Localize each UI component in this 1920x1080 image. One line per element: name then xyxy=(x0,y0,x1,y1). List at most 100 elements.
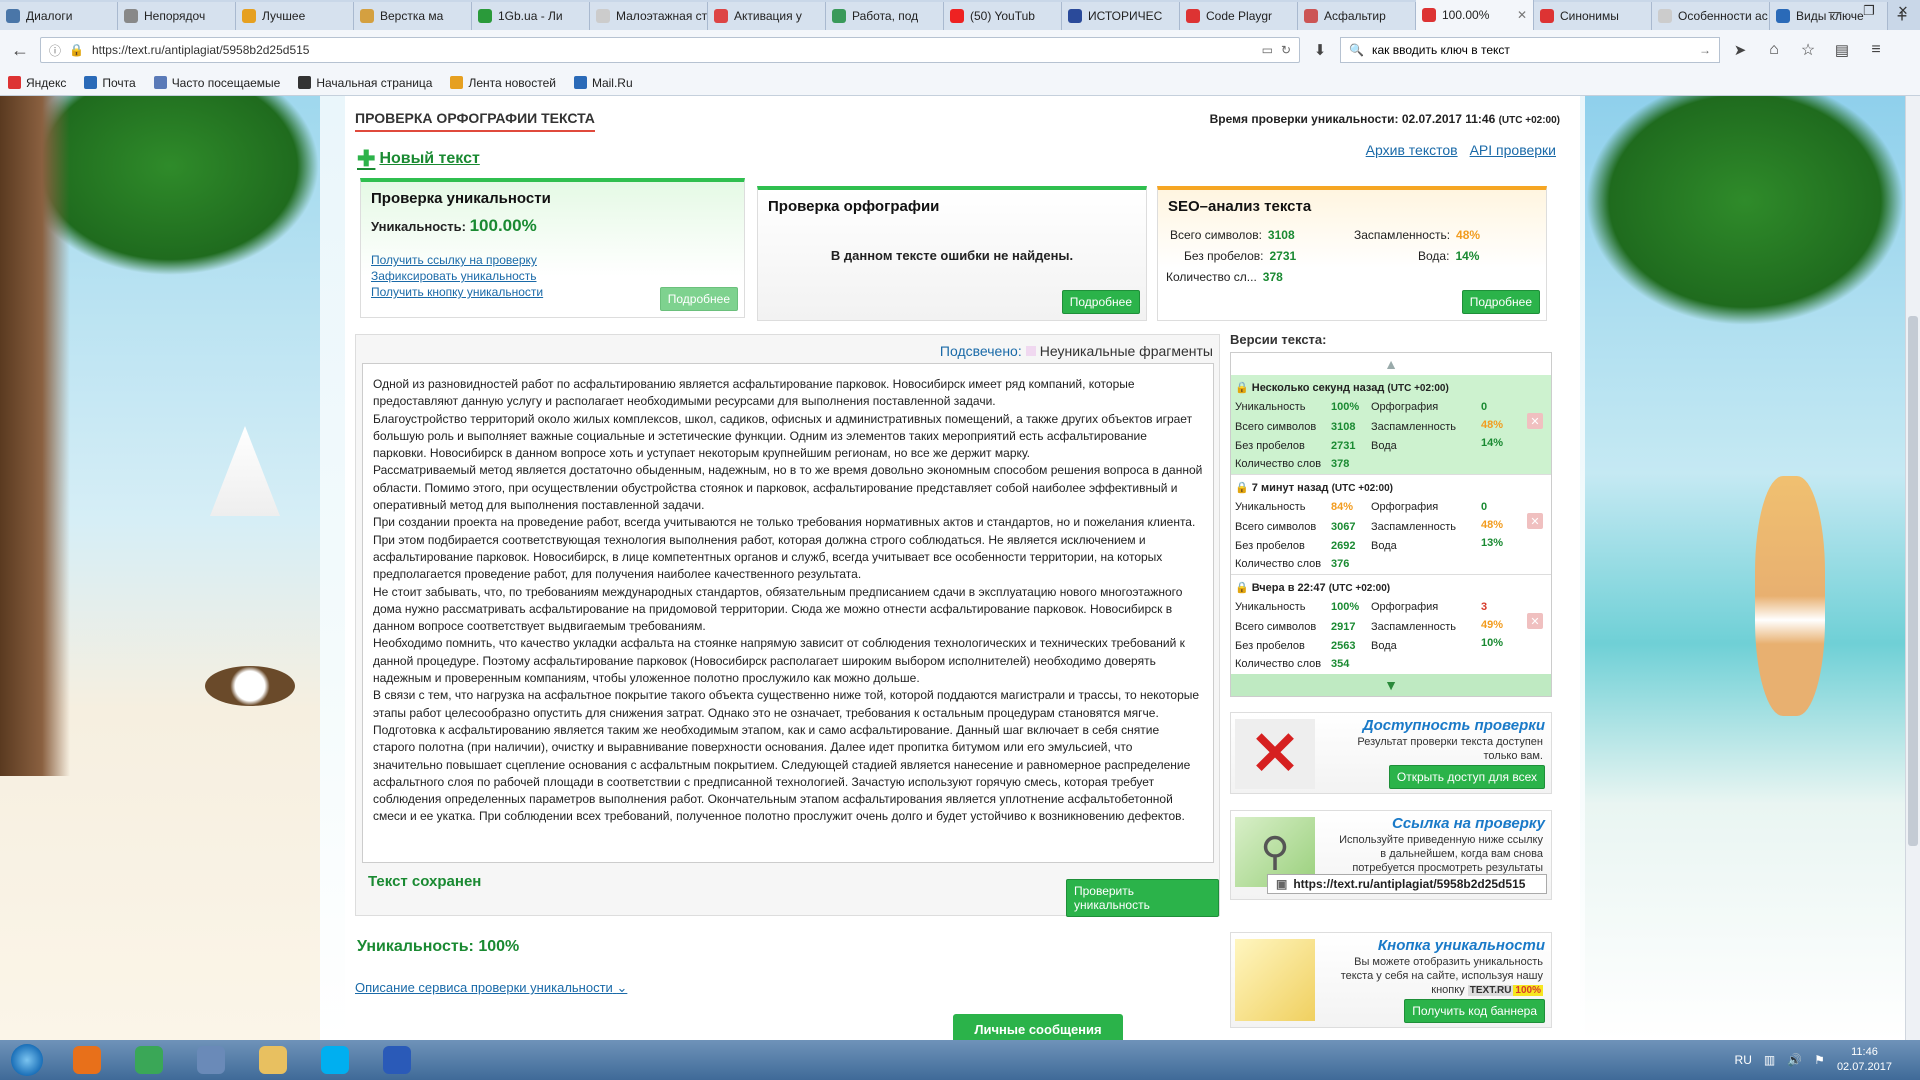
language-indicator[interactable]: RU xyxy=(1735,1053,1752,1067)
download-icon[interactable]: ⬇ xyxy=(1306,36,1334,64)
taskbar-app-skype[interactable] xyxy=(306,1041,364,1079)
taskbar-app-word[interactable] xyxy=(368,1041,426,1079)
tab-14[interactable]: Особенности ас xyxy=(1652,2,1770,30)
volume-icon[interactable]: 🔊 xyxy=(1787,1053,1802,1067)
tab-5[interactable]: Малоэтажная ст xyxy=(590,2,708,30)
tab-11[interactable]: Асфальтир xyxy=(1298,2,1416,30)
network-icon[interactable]: ▥ xyxy=(1764,1053,1775,1067)
coconut-image xyxy=(205,666,295,706)
service-description-link[interactable]: Описание сервиса проверки уникальности ⌄ xyxy=(355,980,627,996)
bookmark-icon xyxy=(153,76,167,89)
close-tab-icon[interactable]: ✕ xyxy=(1513,8,1527,22)
personal-messages-button[interactable]: Личные сообщения xyxy=(953,1014,1123,1040)
check-link-field[interactable]: ▣ https://text.ru/antiplagiat/5958b2d25d5… xyxy=(1267,874,1547,894)
flag-icon[interactable]: ⚑ xyxy=(1814,1053,1825,1067)
minimize-icon[interactable]: — xyxy=(1818,0,1852,22)
highlight-label[interactable]: Подсвечено: xyxy=(940,343,1022,359)
tab-10[interactable]: Code Playgr xyxy=(1180,2,1298,30)
tab-6[interactable]: Активация у xyxy=(708,2,826,30)
promo-access-title[interactable]: Доступность проверки xyxy=(1363,717,1545,734)
home-icon[interactable]: ⌂ xyxy=(1760,36,1788,64)
version-time: Вчера в 22:47 xyxy=(1251,582,1326,594)
archive-link[interactable]: Архив текстов xyxy=(1366,142,1458,158)
maximize-icon[interactable]: ❐ xyxy=(1852,0,1886,22)
version-item[interactable]: 🔒 Вчера в 22:47 (UTC +02:00) Уникальность… xyxy=(1231,575,1551,675)
check-uniqueness-button[interactable]: Проверить уникальность xyxy=(1066,879,1219,917)
tab-12[interactable]: 100.00% ✕ xyxy=(1416,0,1534,30)
seo-words-label: Количество сл... xyxy=(1166,270,1257,284)
version-spam-value: 49% xyxy=(1481,619,1504,631)
version-item[interactable]: 🔒 7 минут назад (UTC +02:00) Уникальность… xyxy=(1231,475,1551,575)
tab-2[interactable]: Лучшее xyxy=(236,2,354,30)
taskbar-app-firefox[interactable] xyxy=(58,1041,116,1079)
version-tz: (UTC +02:00) xyxy=(1387,383,1449,394)
tab-4[interactable]: 1Gb.ua - Ли xyxy=(472,2,590,30)
page-scrollbar[interactable] xyxy=(1905,96,1920,1040)
bookmark-2[interactable]: Часто посещаемые xyxy=(153,76,280,90)
bookmark-icon xyxy=(573,76,587,89)
bookmark-5[interactable]: Mail.Ru xyxy=(573,76,633,90)
info-icon[interactable]: ⓘ xyxy=(49,42,61,59)
bookmark-4[interactable]: Лента новостей xyxy=(450,76,556,90)
delete-version-icon[interactable]: ✕ xyxy=(1527,413,1543,429)
bookmark-0[interactable]: Яндекс xyxy=(8,76,66,90)
uniqueness-label: Уникальность: xyxy=(371,219,466,234)
url-text[interactable]: https://text.ru/antiplagiat/5958b2d25d51… xyxy=(92,43,1254,57)
api-link[interactable]: API проверки xyxy=(1470,142,1556,158)
version-spelling-value: 0 xyxy=(1481,501,1488,513)
new-text-link[interactable]: ✚ Новый текст xyxy=(357,146,480,172)
taskbar-app-explorer[interactable] xyxy=(244,1041,302,1079)
close-window-icon[interactable]: ✕ xyxy=(1886,0,1920,22)
version-header: 🔒 Несколько секунд назад (UTC +02:00) xyxy=(1235,381,1449,394)
promo-button-title[interactable]: Кнопка уникальности xyxy=(1378,937,1545,954)
send-icon[interactable]: ➤ xyxy=(1726,36,1754,64)
taskbar-app-chrome[interactable] xyxy=(120,1041,178,1079)
promo-link-title[interactable]: Ссылка на проверку xyxy=(1392,815,1545,832)
text-editor[interactable]: Одной из разновидностей работ по асфальт… xyxy=(362,363,1214,863)
get-banner-code-button[interactable]: Получить код баннера xyxy=(1404,999,1545,1023)
fix-uniqueness-link[interactable]: Зафиксировать уникальность xyxy=(371,268,543,284)
tab-0[interactable]: Диалоги xyxy=(0,2,118,30)
reader-icon[interactable]: ▭ xyxy=(1262,43,1273,57)
tab-7[interactable]: Работа, под xyxy=(826,2,944,30)
get-link-link[interactable]: Получить ссылку на проверку xyxy=(371,252,543,268)
bookmark-1[interactable]: Почта xyxy=(84,76,136,90)
star-icon[interactable]: ☆ xyxy=(1794,36,1822,64)
version-tz: (UTC +02:00) xyxy=(1328,583,1391,594)
tab-3[interactable]: Верстка ма xyxy=(354,2,472,30)
reload-icon[interactable]: ↻ xyxy=(1281,43,1291,57)
seo-total-chars: Всего символов: 3108 xyxy=(1170,228,1295,242)
scrollbar-thumb[interactable] xyxy=(1908,316,1918,846)
uniqueness-card: Проверка уникальности Уникальность: 100.… xyxy=(360,178,745,318)
menu-icon[interactable]: ≡ xyxy=(1862,36,1890,64)
new-text-label: Новый текст xyxy=(379,150,480,167)
tab-9[interactable]: ИСТОРИЧЕС xyxy=(1062,2,1180,30)
delete-version-icon[interactable]: ✕ xyxy=(1527,513,1543,529)
clock[interactable]: 11:46 02.07.2017 xyxy=(1837,1045,1892,1075)
check-link-text[interactable]: https://text.ru/antiplagiat/5958b2d25d51… xyxy=(1293,877,1525,891)
address-bar[interactable]: ⓘ 🔒 https://text.ru/antiplagiat/5958b2d2… xyxy=(40,37,1300,63)
search-box[interactable]: 🔍 → xyxy=(1340,37,1720,63)
delete-version-icon[interactable]: ✕ xyxy=(1527,613,1543,629)
get-button-link[interactable]: Получить кнопку уникальности xyxy=(371,284,543,300)
library-icon[interactable]: ▤ xyxy=(1828,36,1856,64)
uniqueness-links: Получить ссылку на проверку Зафиксироват… xyxy=(371,252,543,300)
version-item[interactable]: 🔒 Несколько секунд назад (UTC +02:00) Уни… xyxy=(1231,375,1551,475)
scroll-up-icon[interactable]: ▲ xyxy=(1231,353,1551,375)
search-input[interactable] xyxy=(1371,43,1691,57)
spelling-details-button[interactable]: Подробнее xyxy=(1061,290,1140,314)
search-go-icon[interactable]: → xyxy=(1699,43,1711,57)
taskbar-app-network[interactable] xyxy=(182,1041,240,1079)
back-arrow-icon[interactable]: ← xyxy=(6,36,34,64)
tab-13[interactable]: Синонимы xyxy=(1534,2,1652,30)
start-button[interactable] xyxy=(0,1040,54,1080)
scroll-down-icon[interactable]: ▼ xyxy=(1231,674,1551,696)
tab-8[interactable]: (50) YouTub xyxy=(944,2,1062,30)
seo-details-button[interactable]: Подробнее xyxy=(1461,290,1540,314)
version-spam-value: 48% xyxy=(1481,519,1504,531)
lock-icon: 🔒 xyxy=(1235,582,1249,594)
tab-1[interactable]: Непорядоч xyxy=(118,2,236,30)
uniqueness-details-button[interactable]: Подробнее xyxy=(659,287,738,311)
bookmark-3[interactable]: Начальная страница xyxy=(298,76,432,90)
open-access-button[interactable]: Открыть доступ для всех xyxy=(1388,765,1545,789)
